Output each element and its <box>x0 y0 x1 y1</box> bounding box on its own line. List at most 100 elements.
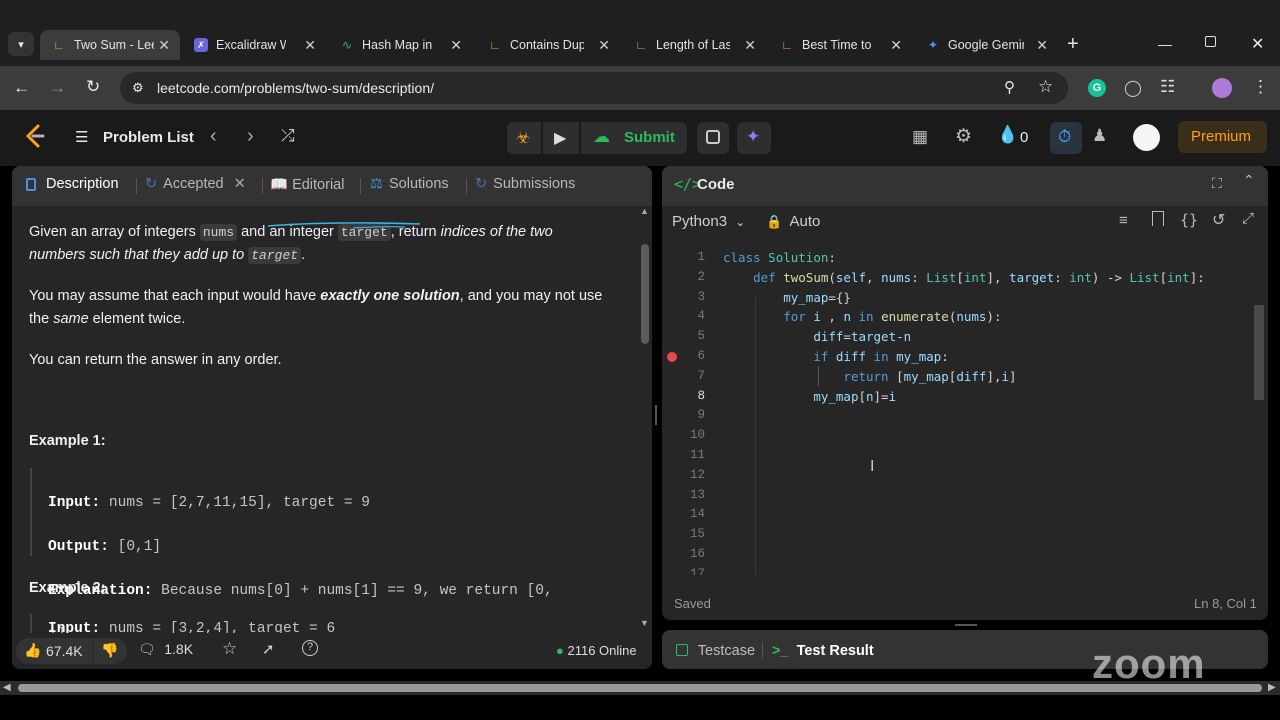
mode-label: Auto <box>789 213 821 230</box>
browser-tab-gemini[interactable]: ✦ Google Gemini ✕ <box>926 30 1052 60</box>
vertical-splitter-handle[interactable] <box>655 405 657 425</box>
browser-tab-best-time[interactable]: ∟ Best Time to B ✕ <box>780 30 906 60</box>
collapse-icon[interactable]: ⌃ <box>1243 172 1255 189</box>
tab-solutions[interactable]: ⚖ Solutions <box>370 176 449 192</box>
timer-button[interactable]: ⏱ <box>1050 122 1082 154</box>
text-emphasis: same <box>53 311 89 327</box>
submit-button[interactable]: ☁ Submit <box>581 122 687 154</box>
book-icon: 📖 <box>270 177 289 193</box>
tab-editorial[interactable]: 📖 Editorial <box>270 176 345 194</box>
comments-button[interactable]: 🗨 1.8K <box>138 641 193 659</box>
dislike-button[interactable]: 👎 <box>93 638 127 664</box>
settings-gear-icon[interactable]: ⚙ <box>955 125 972 148</box>
leetcode-logo-icon[interactable] <box>24 124 46 148</box>
premium-button[interactable]: Premium <box>1178 121 1267 153</box>
forward-icon[interactable]: → <box>49 78 66 98</box>
tab-separator <box>466 178 467 194</box>
format-icon[interactable]: ≡ <box>1119 212 1128 229</box>
share-icon[interactable]: ➚ <box>262 640 275 658</box>
back-icon[interactable]: ← <box>13 78 30 98</box>
scroll-right-icon[interactable]: ▶ <box>1268 682 1276 693</box>
leetcode-icon: ∟ <box>635 38 647 52</box>
bookmark-icon[interactable] <box>1152 211 1164 226</box>
tab-testcase[interactable]: Testcase <box>676 643 755 659</box>
browser-tab-contains-duplicate[interactable]: ∟ Contains Dupli ✕ <box>488 30 614 60</box>
ai-assist-button[interactable]: ✦ <box>737 122 771 154</box>
editor-scrollbar-thumb[interactable] <box>1254 305 1264 400</box>
reset-icon[interactable]: ↺ <box>1212 210 1225 230</box>
scroll-left-icon[interactable]: ◀ <box>3 682 11 693</box>
line-number: 8 <box>697 388 705 403</box>
horizontal-splitter-handle[interactable] <box>955 624 977 626</box>
browser-tab-excalidraw[interactable]: ✗ Excalidraw Wh ✕ <box>194 30 320 60</box>
debug-button[interactable]: ☣ <box>507 122 541 154</box>
run-button[interactable]: ▶ <box>543 122 579 154</box>
tab-search-button[interactable]: ▾ <box>8 32 34 56</box>
help-icon[interactable]: ? <box>302 640 318 656</box>
editor-scrollbar-track[interactable] <box>1253 244 1265 574</box>
notes-button[interactable] <box>697 122 729 154</box>
shuffle-icon[interactable]: ⤮ <box>281 126 295 146</box>
window-close-icon[interactable]: ✕ <box>1251 34 1264 54</box>
bookmark-star-icon[interactable]: ☆ <box>1038 77 1053 97</box>
code-target: target <box>337 224 391 241</box>
close-tab-icon[interactable]: ✕ <box>234 176 246 192</box>
extensions-icon[interactable]: ☷ <box>1160 77 1175 97</box>
prev-problem-icon[interactable]: ‹ <box>210 125 217 148</box>
globe-extension-icon[interactable]: ◯ <box>1124 78 1142 98</box>
restore-icon[interactable] <box>1205 36 1216 47</box>
browser-tab-length-of-last[interactable]: ∟ Length of Last ✕ <box>634 30 760 60</box>
description-scroll-up-icon[interactable]: ▲ <box>640 206 649 216</box>
like-button[interactable]: 👍 67.4K <box>16 638 92 664</box>
grammarly-icon[interactable]: G <box>1088 79 1106 97</box>
description-scroll-down-icon[interactable]: ▼ <box>640 618 649 628</box>
next-problem-icon[interactable]: › <box>247 125 254 148</box>
browser-tab-hash-map[interactable]: ∿ Hash Map in P ✕ <box>340 30 466 60</box>
language-select[interactable]: Python3 ⌄ <box>672 213 745 230</box>
sparkle-icon: ✦ <box>746 127 761 146</box>
new-tab-icon[interactable]: + <box>1067 33 1079 56</box>
favorite-star-icon[interactable]: ☆ <box>222 639 237 659</box>
cursor-position: Ln 8, Col 1 <box>1194 596 1257 611</box>
add-friend-icon[interactable]: ♟ <box>1092 126 1107 146</box>
thumbs-up-icon: 👍 <box>24 642 42 658</box>
text: , return <box>390 224 441 240</box>
zoom-icon[interactable]: ⚲ <box>1004 78 1015 96</box>
tab-accepted[interactable]: ↻ Accepted ✕ <box>145 176 246 192</box>
maximize-icon[interactable]: ⛶ <box>1212 175 1222 192</box>
address-bar[interactable]: ⚙ leetcode.com/problems/two-sum/descript… <box>120 72 1068 104</box>
streak-flame-icon[interactable]: 💧 <box>997 125 1018 145</box>
close-icon[interactable]: ✕ <box>450 37 462 54</box>
tab-testcase-label: Testcase <box>697 643 756 659</box>
site-info-icon[interactable]: ⚙ <box>132 80 144 96</box>
page-scrollbar-thumb[interactable] <box>18 684 1262 692</box>
tab-accepted-label: Accepted <box>163 176 224 192</box>
code-line-8: my_map[n]=i <box>813 389 897 404</box>
tab-separator <box>360 178 361 194</box>
close-icon[interactable]: ✕ <box>744 37 756 54</box>
layout-icon[interactable]: ▦ <box>912 127 928 147</box>
tab-description[interactable]: Description <box>26 176 119 192</box>
user-avatar[interactable] <box>1133 124 1160 151</box>
expand-icon[interactable]: ⤢ <box>1242 210 1254 227</box>
close-icon[interactable]: ✕ <box>1036 37 1048 54</box>
close-icon[interactable]: ✕ <box>158 37 170 54</box>
close-icon[interactable]: ✕ <box>890 37 902 54</box>
reload-icon[interactable]: ↻ <box>86 77 100 97</box>
minimize-icon[interactable]: — <box>1158 36 1172 52</box>
browser-menu-icon[interactable]: ⋮ <box>1252 77 1269 97</box>
browser-tab-two-sum[interactable]: ∟ Two Sum - Lee ✕ <box>40 30 180 60</box>
close-icon[interactable]: ✕ <box>304 37 316 54</box>
problem-list-link[interactable]: Problem List <box>103 129 194 146</box>
tab-title: Contains Dupli <box>510 38 584 52</box>
tab-test-result[interactable]: >_ Test Result <box>772 643 874 659</box>
profile-avatar[interactable] <box>1212 78 1232 98</box>
value: [0,1] <box>108 539 162 555</box>
tab-editorial-label: Editorial <box>292 176 345 193</box>
problem-list-icon[interactable]: ☰ <box>75 128 88 146</box>
braces-icon[interactable]: {} <box>1180 211 1198 229</box>
autocomplete-toggle[interactable]: 🔒 Auto <box>766 213 820 230</box>
close-icon[interactable]: ✕ <box>598 37 610 54</box>
tab-submissions[interactable]: ↻ Submissions <box>475 176 575 192</box>
description-scrollbar-thumb[interactable] <box>641 244 649 344</box>
